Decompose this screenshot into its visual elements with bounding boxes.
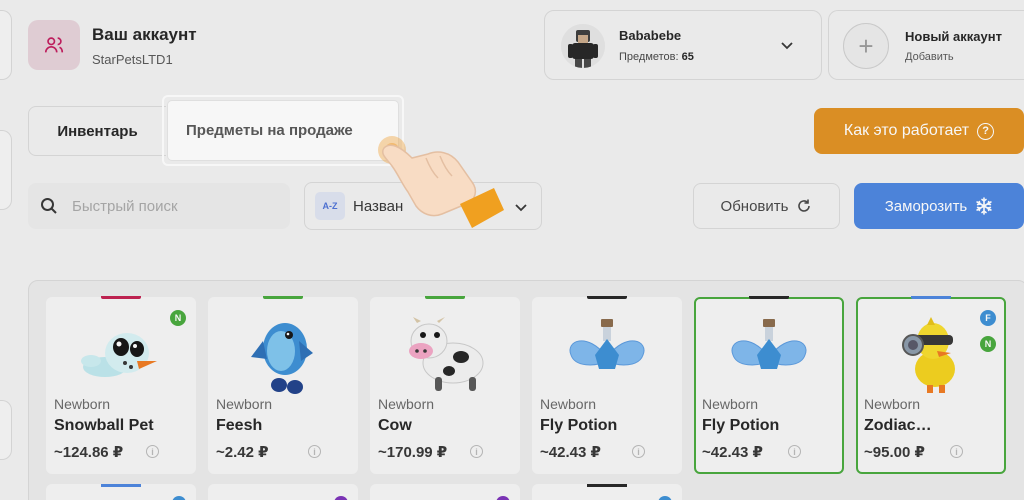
info-icon[interactable]: i [470,445,483,458]
snowflake-icon [976,197,992,215]
avatar [561,24,605,68]
user-item-count: Предметов: 65 [619,51,694,63]
user-name: Bababebe [619,28,682,43]
rarity-bar [263,296,303,299]
left-panel-edge [0,400,12,460]
item-card[interactable]: Newborn Feesh ~2.42 ₽ i [208,296,358,474]
neon-badge: N [170,310,186,326]
item-name: Feesh [216,417,263,434]
item-price: ~42.43 ₽ [702,444,763,461]
item-price: ~42.43 ₽ [540,444,601,461]
fly-badge: F [980,310,996,326]
account-switcher[interactable]: Bababebe Предметов: 65 [544,10,822,80]
rarity-bar [749,296,789,299]
rarity-bar [911,296,951,299]
items-label: Предметов: [619,51,679,63]
rarity-bar [587,484,627,487]
item-card[interactable]: Newborn Cow ~170.99 ₽ i [370,296,520,474]
item-card-selected[interactable]: Newborn Fly Potion ~42.43 ₽ i [694,296,844,474]
item-age: Newborn [54,396,111,412]
item-card[interactable] [208,484,358,500]
fly-badge [658,496,672,500]
rarity-bar [425,296,465,299]
item-card[interactable] [46,484,196,500]
item-age: Newborn [702,396,759,412]
fly-badge [172,496,186,500]
item-name: Snowball Pet [54,417,154,434]
fly-potion-image [569,319,645,369]
info-icon[interactable]: i [632,445,645,458]
info-icon[interactable]: i [950,445,963,458]
chevron-down-icon[interactable] [779,37,795,53]
rarity-bar [101,296,141,299]
chevron-down-icon [515,204,527,212]
left-panel-edge [0,10,12,80]
items-count: 65 [681,51,694,63]
sort-az-icon: A-Z [315,192,345,220]
item-card-selected[interactable]: F N Newborn Zodiac… ~95.00 ₽ i [856,296,1006,474]
tab-items-on-sale[interactable]: Предметы на продаже [168,101,398,160]
item-card[interactable] [532,484,682,500]
freeze-label: Заморозить [884,197,968,215]
item-name: Cow [378,417,412,434]
neon-badge: N [980,336,996,352]
rarity-bar [587,296,627,299]
left-panel-edge [0,130,12,210]
new-account-subtitle: Добавить [905,51,954,63]
item-age: Newborn [540,396,597,412]
how-it-works-button[interactable]: Как это работает ? [814,108,1024,154]
account-title: Ваш аккаунт [92,25,197,44]
rarity-badge [496,496,510,500]
item-age: Newborn [216,396,273,412]
item-price: ~95.00 ₽ [864,444,925,461]
snowball-pet-image [81,333,157,377]
rarity-bar [101,484,141,487]
refresh-label: Обновить [720,197,789,215]
item-age: Newborn [864,396,921,412]
tab-inventory[interactable]: Инвентарь [28,106,166,156]
item-name: Fly Potion [540,417,618,434]
info-icon[interactable]: i [308,445,321,458]
account-name: StarPetsLTD1 [92,52,173,67]
info-icon[interactable]: i [788,445,801,458]
question-icon: ? [977,122,995,140]
item-card[interactable]: N Newborn Snowball Pet ~124.86 ₽ i [46,296,196,474]
how-it-works-label: Как это работает [843,122,970,139]
item-name: Fly Potion [702,417,780,434]
refresh-icon [798,199,811,212]
rarity-badge [334,496,348,500]
item-name: Zodiac… [864,417,932,434]
search-box[interactable] [28,183,290,229]
freeze-button[interactable]: Заморозить [854,183,1024,229]
zodiac-pet-image [902,317,955,393]
search-icon [41,198,57,214]
search-input[interactable] [72,183,282,229]
add-account-button[interactable]: + Новый аккаунт Добавить [828,10,1024,80]
item-card[interactable]: Newborn Fly Potion ~42.43 ₽ i [532,296,682,474]
item-price: ~170.99 ₽ [378,444,448,461]
fly-potion-image [731,319,807,369]
cow-image [409,317,484,391]
pointing-hand-icon [378,136,504,228]
plus-icon: + [843,23,889,69]
item-price: ~124.86 ₽ [54,444,124,461]
item-age: Newborn [378,396,435,412]
refresh-button[interactable]: Обновить [693,183,840,229]
users-icon [28,20,80,70]
feesh-image [251,323,313,394]
item-price: ~2.42 ₽ [216,444,269,461]
item-card[interactable] [370,484,520,500]
new-account-title: Новый аккаунт [905,29,1002,44]
info-icon[interactable]: i [146,445,159,458]
